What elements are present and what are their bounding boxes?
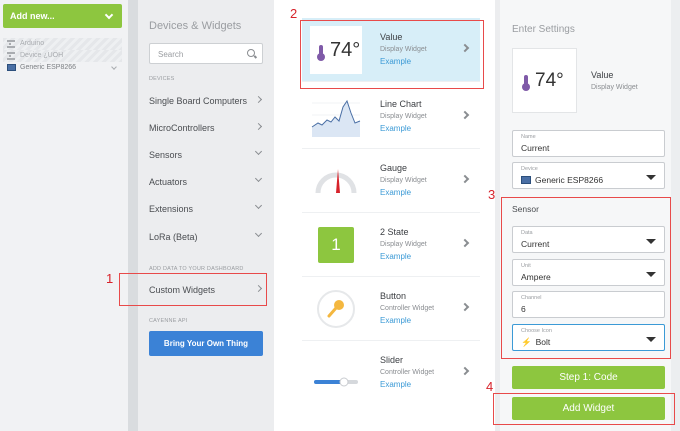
- device-list: Arduino Device ¿UOH Generic ESP8266: [3, 38, 122, 74]
- device-item-label: Device ¿UOH: [20, 52, 64, 59]
- chevron-down-icon: [254, 147, 263, 156]
- widget-type: Display Widget: [380, 177, 427, 184]
- chevron-down-icon[interactable]: [111, 64, 117, 70]
- example-link[interactable]: Example: [380, 252, 411, 261]
- annotation-number-1: 1: [106, 271, 114, 286]
- widget-item-slider[interactable]: Slider Controller Widget Example: [302, 341, 480, 405]
- example-link[interactable]: Example: [380, 124, 411, 133]
- chevron-right-icon: [254, 95, 263, 104]
- hourglass-icon: [7, 52, 15, 60]
- settings-title: Enter Settings: [512, 24, 575, 35]
- two-state-value: 1: [318, 227, 354, 263]
- device-select-label: Device: [521, 166, 538, 172]
- board-icon: [521, 176, 531, 184]
- dashboard-heading: ADD DATA TO YOUR DASHBOARD: [149, 266, 244, 272]
- name-field-value: Current: [521, 143, 550, 153]
- device-sidebar: Add new... Arduino Device ¿UOH Generic E…: [0, 0, 128, 431]
- category-label: MicroControllers: [149, 123, 215, 133]
- widget-type: Controller Widget: [380, 305, 435, 312]
- search-icon: [247, 49, 255, 57]
- line-chart-thumbnail: [311, 99, 361, 137]
- device-item-label: Generic ESP8266: [20, 64, 77, 71]
- chevron-down-icon: [104, 10, 114, 20]
- chevron-down-icon: [254, 174, 263, 183]
- widget-type: Display Widget: [380, 113, 427, 120]
- chevron-down-icon: [254, 229, 263, 238]
- device-select-value: Generic ESP8266: [535, 175, 604, 185]
- devices-heading: DEVICES: [149, 76, 175, 82]
- add-new-button[interactable]: Add new...: [3, 4, 122, 28]
- category-lora[interactable]: LoRa (Beta): [149, 229, 265, 244]
- gauge-thumbnail: [315, 169, 357, 194]
- widget-name: 2 State: [380, 227, 409, 237]
- chevron-right-icon: [460, 174, 470, 184]
- chevron-right-icon: [460, 238, 470, 248]
- category-microcontrollers[interactable]: MicroControllers: [149, 121, 265, 135]
- chevron-right-icon: [254, 122, 263, 131]
- annotation-box-2: [300, 20, 484, 89]
- chevron-right-icon: [460, 302, 470, 312]
- name-field[interactable]: Name Current: [512, 130, 665, 157]
- annotation-number-3: 3: [488, 187, 496, 202]
- category-single-board-computers[interactable]: Single Board Computers: [149, 94, 265, 108]
- category-label: Extensions: [149, 204, 194, 214]
- category-extensions[interactable]: Extensions: [149, 201, 265, 216]
- step-1-code-button[interactable]: Step 1: Code: [512, 366, 665, 389]
- two-state-thumbnail: 1: [310, 221, 362, 269]
- category-sensors[interactable]: Sensors: [149, 147, 265, 162]
- preview-name: Value: [591, 70, 614, 80]
- preview-value: 74°: [535, 70, 564, 91]
- chevron-right-icon: [460, 366, 470, 376]
- category-label: Actuators: [149, 177, 188, 187]
- widget-item-line-chart[interactable]: Line Chart Display Widget Example: [302, 85, 480, 149]
- widget-preview: 74°: [512, 48, 577, 113]
- example-link[interactable]: Example: [380, 316, 411, 325]
- board-icon: [7, 64, 16, 71]
- caret-down-icon: [646, 175, 656, 180]
- sidebar-divider: [128, 0, 138, 431]
- device-item-label: Arduino: [20, 40, 45, 47]
- widget-type: Display Widget: [380, 241, 427, 248]
- button-thumbnail: [317, 290, 355, 328]
- thermometer-icon: [522, 75, 530, 91]
- annotation-box-1: [119, 273, 267, 306]
- hourglass-icon: [7, 40, 15, 48]
- device-item-arduino[interactable]: Arduino: [3, 38, 122, 50]
- device-item-uoh[interactable]: Device ¿UOH: [3, 50, 122, 62]
- annotation-box-4: [493, 393, 675, 425]
- app-root: Add new... Arduino Device ¿UOH Generic E…: [0, 0, 680, 431]
- annotation-number-2: 2: [290, 6, 298, 21]
- slider-thumbnail: [314, 377, 358, 387]
- bring-your-own-thing-button[interactable]: Bring Your Own Thing: [149, 331, 263, 356]
- widget-item-button[interactable]: Button Controller Widget Example: [302, 277, 480, 341]
- scrollbar[interactable]: [671, 0, 680, 431]
- cayenne-api-heading: CAYENNE API: [149, 318, 188, 324]
- widget-name: Button: [380, 291, 407, 301]
- widget-name: Line Chart: [380, 99, 422, 109]
- category-actuators[interactable]: Actuators: [149, 174, 265, 189]
- device-item-esp8266[interactable]: Generic ESP8266: [3, 62, 122, 74]
- widget-name: Gauge: [380, 163, 408, 173]
- annotation-box-3: [501, 197, 671, 359]
- device-select[interactable]: Device Generic ESP8266: [512, 162, 665, 189]
- add-new-label: Add new...: [10, 11, 55, 21]
- annotation-number-4: 4: [486, 379, 494, 394]
- example-link[interactable]: Example: [380, 188, 411, 197]
- name-field-label: Name: [521, 134, 536, 140]
- catalog-panel: Devices & Widgets Search DEVICES Single …: [138, 0, 274, 431]
- category-label: Single Board Computers: [149, 96, 248, 106]
- search-input[interactable]: Search: [149, 43, 263, 64]
- search-placeholder: Search: [158, 50, 184, 59]
- example-link[interactable]: Example: [380, 380, 411, 389]
- category-label: LoRa (Beta): [149, 232, 198, 242]
- widget-type: Controller Widget: [380, 369, 435, 376]
- chevron-down-icon: [254, 201, 263, 210]
- widget-item-2-state[interactable]: 1 2 State Display Widget Example: [302, 213, 480, 277]
- preview-type: Display Widget: [591, 84, 638, 91]
- chevron-right-icon: [460, 110, 470, 120]
- catalog-title: Devices & Widgets: [149, 20, 242, 32]
- widget-name: Slider: [380, 355, 404, 365]
- widget-item-gauge[interactable]: Gauge Display Widget Example: [302, 149, 480, 213]
- category-label: Sensors: [149, 150, 183, 160]
